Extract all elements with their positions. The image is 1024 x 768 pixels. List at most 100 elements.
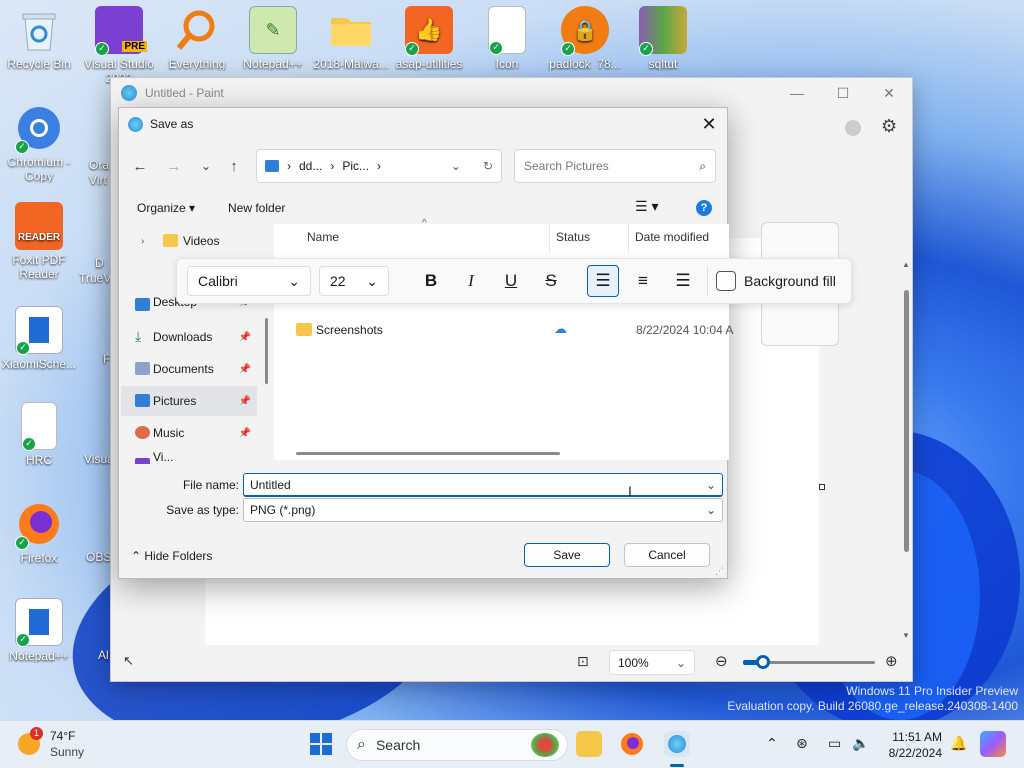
desktop-icon-notepadpp-2[interactable]: ✓ Notepad++ <box>0 598 78 663</box>
view-options-icon[interactable]: ☰ ▾ <box>635 198 658 215</box>
dialog-close-button[interactable]: ✕ <box>697 112 721 136</box>
folder-icon <box>163 234 178 247</box>
breadcrumb-item[interactable]: dd... <box>299 159 322 173</box>
back-arrow-icon[interactable]: ← <box>129 155 151 177</box>
zoom-slider-knob[interactable] <box>755 655 770 669</box>
align-right-button[interactable]: ☰ <box>667 265 699 297</box>
chevron-right-icon[interactable]: › <box>141 236 144 247</box>
resize-handle[interactable] <box>819 484 825 490</box>
maximize-button[interactable]: ☐ <box>820 78 866 108</box>
align-center-button[interactable]: ≡ <box>627 265 659 297</box>
desktop-icon-padlock[interactable]: 🔒 ✓ padlock_78... <box>546 6 624 71</box>
desktop-icon-notepadpp[interactable]: ✎ Notepad++ <box>234 6 312 71</box>
dialog-titlebar[interactable]: Save as <box>119 108 727 140</box>
strikethrough-button[interactable]: S <box>535 265 567 297</box>
show-hidden-icons-icon[interactable]: ⌃ <box>766 735 778 752</box>
file-explorer-icon[interactable] <box>576 731 602 757</box>
close-button[interactable]: ✕ <box>866 78 912 108</box>
nav-item-music[interactable]: Music 📌 <box>121 418 257 448</box>
resize-grip-icon[interactable]: ⋰ <box>715 566 724 577</box>
paint-taskbar-icon[interactable] <box>664 731 690 757</box>
chevron-down-icon[interactable]: ⌄ <box>706 503 716 517</box>
desktop-icon-visual-studio[interactable]: PRE ✓ Visual Studio 2022 <box>80 6 158 85</box>
notifications-bell-icon[interactable]: 🔔 <box>950 735 967 752</box>
desktop-icon-foxit[interactable]: READER Foxit PDF Reader <box>0 202 78 281</box>
organize-menu[interactable]: Organize ▾ <box>137 201 195 215</box>
network-status-icon[interactable]: ⊛ <box>796 735 808 752</box>
recent-locations-icon[interactable]: ⌄ <box>195 155 217 177</box>
documents-icon <box>135 362 150 375</box>
up-arrow-icon[interactable]: ↑ <box>223 155 245 177</box>
thumbs-up-icon: 👍 ✓ <box>405 6 453 56</box>
taskbar-clock[interactable]: 11:51 AM 8/22/2024 <box>880 729 942 761</box>
nav-item-documents[interactable]: Documents 📌 <box>121 354 257 384</box>
desktop-icon-firefox[interactable]: ✓ Firefox <box>0 500 78 565</box>
scroll-up-icon[interactable]: ▲ <box>902 260 910 269</box>
file-name-input[interactable]: Untitled ⌄ <box>243 473 723 497</box>
file-list-horizontal-scrollbar[interactable] <box>296 452 560 455</box>
nav-item-downloads[interactable]: ⤓ Downloads 📌 <box>121 322 257 352</box>
breadcrumb-item[interactable]: Pic... <box>342 159 369 173</box>
desktop-icon-everything[interactable]: Everything <box>158 6 236 71</box>
search-input[interactable]: Search Pictures ⌕ <box>514 149 716 183</box>
canvas-vertical-scrollbar[interactable]: ▲ ▼ <box>901 260 913 640</box>
weather-widget[interactable]: 1 74°F Sunny <box>18 727 98 761</box>
file-name-label: File name: <box>182 478 239 492</box>
desktop-icon-chromium[interactable]: ✓ Chromium - Copy <box>0 104 78 183</box>
save-as-dialog[interactable]: Save as ✕ ← → ⌄ ↑ › dd... › Pic... › ⌄ ↻… <box>118 107 733 579</box>
italic-button[interactable]: I <box>455 265 487 297</box>
chevron-down-icon[interactable]: ⌄ <box>706 478 716 492</box>
visual-studio-icon: PRE ✓ <box>95 6 147 56</box>
nav-pane-scrollbar[interactable] <box>265 318 268 384</box>
firefox-taskbar-icon[interactable] <box>619 731 645 757</box>
start-button[interactable] <box>308 731 334 757</box>
profile-icon[interactable] <box>845 120 861 136</box>
display-icon[interactable]: ▭ <box>828 735 841 752</box>
search-highlight-icon <box>531 733 559 757</box>
refresh-icon[interactable]: ↻ <box>483 159 493 173</box>
scroll-thumb[interactable] <box>904 290 909 552</box>
save-button[interactable]: Save <box>524 543 610 567</box>
zoom-slider[interactable] <box>743 655 875 669</box>
align-left-button[interactable]: ☰ <box>587 265 619 297</box>
column-header-name[interactable]: Name <box>307 230 339 244</box>
taskbar-search[interactable]: ⌕ Search <box>346 729 568 761</box>
minimize-button[interactable]: — <box>774 78 820 108</box>
desktop-icon-malware-folder[interactable]: 2018-Malwa... <box>312 6 390 71</box>
scroll-down-icon[interactable]: ▼ <box>902 631 910 640</box>
save-type-select[interactable]: PNG (*.png) ⌄ <box>243 498 723 522</box>
font-family-select[interactable]: Calibri ⌄ <box>187 266 311 296</box>
sync-ok-icon: ✓ <box>561 42 575 56</box>
zoom-out-icon[interactable]: ⊖ <box>715 652 728 670</box>
desktop-icon-recycle-bin[interactable]: Recycle Bin <box>0 6 78 71</box>
column-header-date[interactable]: Date modified <box>635 230 709 244</box>
file-row[interactable]: Screenshots ☁ 8/22/2024 10:04 A <box>274 320 733 342</box>
volume-icon[interactable]: 🔈 <box>852 735 869 752</box>
bold-button[interactable]: B <box>415 265 447 297</box>
new-folder-button[interactable]: New folder <box>228 201 285 215</box>
forward-arrow-icon[interactable]: → <box>163 155 185 177</box>
chevron-down-icon[interactable]: ⌄ <box>451 159 461 173</box>
settings-gear-icon[interactable]: ⚙ <box>881 116 897 137</box>
fit-to-window-icon[interactable]: ⊡ <box>577 653 589 670</box>
nav-item-pictures[interactable]: Pictures 📌 <box>121 386 257 416</box>
zoom-select[interactable]: 100% ⌄ <box>609 650 695 675</box>
hide-folders-button[interactable]: ⌃ Hide Folders <box>131 549 212 563</box>
font-size-select[interactable]: 22 ⌄ <box>319 266 389 296</box>
paint-app-icon <box>128 116 143 132</box>
desktop-icon-hrc[interactable]: ✓ HRC <box>0 402 78 467</box>
desktop-icon-sqltut[interactable]: ✓ sqltut <box>624 6 702 71</box>
help-icon[interactable]: ? <box>696 200 712 216</box>
address-bar[interactable]: › dd... › Pic... › ⌄ ↻ <box>256 149 502 183</box>
copilot-icon[interactable] <box>980 731 1006 757</box>
nav-item-videos[interactable]: › Videos <box>121 226 257 256</box>
background-fill-checkbox[interactable] <box>716 271 736 291</box>
zoom-in-icon[interactable]: ⊕ <box>885 652 898 670</box>
desktop-icon-icon-file[interactable]: ✓ Icon <box>468 6 546 71</box>
cancel-button[interactable]: Cancel <box>624 543 710 567</box>
column-header-status[interactable]: Status <box>556 230 590 244</box>
underline-button[interactable]: U <box>495 265 527 297</box>
nav-item-videos-2[interactable]: Vi... <box>121 450 257 464</box>
desktop-icon-xiaomi[interactable]: ✓ XiaomiSche... <box>0 306 78 371</box>
desktop-icon-asap-utilities[interactable]: 👍 ✓ asap-utilities <box>390 6 468 71</box>
